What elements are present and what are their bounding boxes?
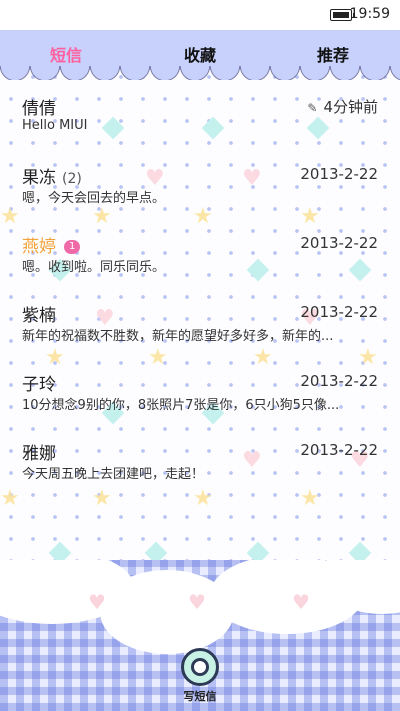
unread-badge: 1 xyxy=(64,240,81,254)
tab-bar-scalloped-edge xyxy=(0,66,400,80)
contact-name-text: 倩倩 xyxy=(22,99,56,119)
heart-decoration: ♥ xyxy=(188,590,206,614)
message-time: 2013-2-22 xyxy=(300,234,378,252)
conversation-list: 倩倩 ✎ 4分钟前 Hello MIUI 果冻 (2) 2013-2-22 嗯，今天… xyxy=(0,84,400,498)
message-preview: 嗯。收到啦。同乐同乐。 xyxy=(22,260,166,275)
conversation-row[interactable]: 紫楠 2013-2-22 新年的祝福数不胜数，新年的愿望好多好多，新年的... xyxy=(0,291,400,360)
conversation-row[interactable]: 子玲 2013-2-22 10分想念9别的你，8张照片7张是你，6只小狗5只像.… xyxy=(0,360,400,429)
message-preview: 今天周五晚上去团建吧，走起！ xyxy=(22,467,205,482)
compose-message-button[interactable]: 写短信 xyxy=(175,648,225,708)
contact-name-text: 雅娜 xyxy=(22,444,56,464)
message-time: 2013-2-22 xyxy=(300,441,378,459)
contact-name: 雅娜 xyxy=(22,439,56,464)
status-bar: 19:59 xyxy=(0,0,400,30)
message-time: 2013-2-22 xyxy=(300,372,378,390)
contact-name: 倩倩 xyxy=(22,94,56,119)
tab-favorites[interactable]: 收藏 xyxy=(150,42,250,66)
message-preview: Hello MIUI xyxy=(22,118,88,133)
contact-name: 子玲 xyxy=(22,370,56,395)
contact-name-text: 果冻 xyxy=(22,168,56,188)
conversation-row[interactable]: 果冻 (2) 2013-2-22 嗯，今天会回去的早点。 xyxy=(0,153,400,222)
contact-name-text: 燕婷 xyxy=(22,237,56,257)
tab-bar: 短信 收藏 推荐 xyxy=(0,30,400,70)
compose-label: 写短信 xyxy=(183,690,217,703)
contact-name-text: 子玲 xyxy=(22,375,56,395)
message-preview: 嗯，今天会回去的早点。 xyxy=(22,191,166,206)
contact-name-text: 紫楠 xyxy=(22,306,56,326)
contact-name: 紫楠 xyxy=(22,301,56,326)
conversation-row[interactable]: 雅娜 2013-2-22 今天周五晚上去团建吧，走起！ xyxy=(0,429,400,498)
contact-name: 果冻 (2) xyxy=(22,163,82,188)
heart-decoration: ♥ xyxy=(292,590,310,614)
contact-name: 燕婷 1 xyxy=(22,232,81,257)
message-count: (2) xyxy=(62,171,82,187)
tab-messages[interactable]: 短信 xyxy=(16,42,116,66)
heart-decoration: ♥ xyxy=(88,590,106,614)
tab-recommended[interactable]: 推荐 xyxy=(283,42,383,66)
message-preview: 新年的祝福数不胜数，新年的愿望好多好多，新年的... xyxy=(22,329,334,344)
status-clock: 19:59 xyxy=(349,6,390,22)
message-time: 2013-2-22 xyxy=(300,165,378,183)
pencil-icon: ✎ xyxy=(307,101,318,115)
message-time: ✎ 4分钟前 xyxy=(307,96,378,117)
chat-bubble-icon xyxy=(181,648,219,686)
message-time: 2013-2-22 xyxy=(300,303,378,321)
conversation-row[interactable]: 燕婷 1 2013-2-22 嗯。收到啦。同乐同乐。 xyxy=(0,222,400,291)
message-time-text: 4分钟前 xyxy=(323,98,378,116)
conversation-row[interactable]: 倩倩 ✎ 4分钟前 Hello MIUI xyxy=(0,84,400,153)
message-preview: 10分想念9别的你，8张照片7张是你，6只小狗5只像... xyxy=(22,398,340,413)
